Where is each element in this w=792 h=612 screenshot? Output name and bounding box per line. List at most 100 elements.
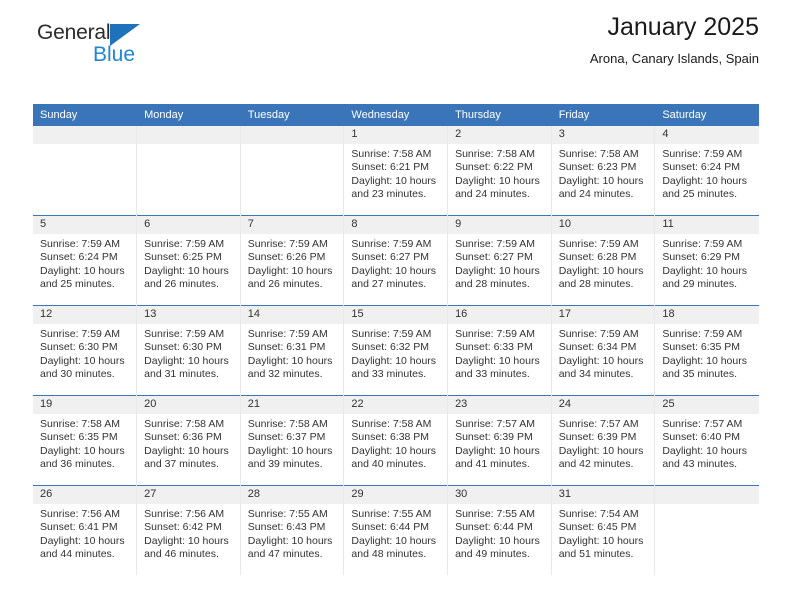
calendar-day-cell[interactable]: 23 Sunrise: 7:57 AM Sunset: 6:39 PM Dayligh…: [447, 395, 552, 486]
day-number: 20: [137, 396, 240, 414]
calendar-day-cell[interactable]: 3 Sunrise: 7:58 AM Sunset: 6:23 PM Daylight…: [551, 126, 656, 216]
day-sun-info: Sunrise: 7:59 AM Sunset: 6:26 PM Daylight:…: [241, 234, 344, 292]
calendar-day-cell[interactable]: 28 Sunrise: 7:55 AM Sunset: 6:43 PM Dayligh…: [240, 485, 345, 575]
day-number: 1: [344, 126, 448, 144]
daylight-duration-line1: Daylight: 10 hours: [40, 354, 125, 367]
calendar-day-cell[interactable]: 22 Sunrise: 7:58 AM Sunset: 6:38 PM Dayligh…: [343, 395, 449, 486]
day-sun-info: Sunrise: 7:58 AM Sunset: 6:35 PM Daylight:…: [33, 414, 136, 472]
day-sun-info: Sunrise: 7:59 AM Sunset: 6:31 PM Daylight:…: [241, 324, 344, 382]
daylight-duration-line2: and 41 minutes.: [455, 458, 530, 471]
daylight-duration-line1: Daylight: 10 hours: [662, 354, 747, 367]
calendar-day-cell[interactable]: 25 Sunrise: 7:57 AM Sunset: 6:40 PM Dayligh…: [654, 395, 759, 486]
daylight-duration-line2: and 51 minutes.: [558, 548, 634, 561]
calendar-page: General Blue January 2025 Arona, Canary …: [0, 0, 792, 612]
calendar-day-cell[interactable]: 31 Sunrise: 7:54 AM Sunset: 6:45 PM Dayligh…: [551, 485, 656, 575]
calendar-day-cell[interactable]: 6 Sunrise: 7:59 AM Sunset: 6:25 PM Daylight…: [136, 215, 241, 306]
calendar-day-cell[interactable]: 5 Sunrise: 7:59 AM Sunset: 6:24 PM Daylight…: [33, 215, 138, 306]
generalblue-logo[interactable]: General Blue: [37, 22, 217, 72]
day-number: 28: [240, 486, 344, 504]
sunset-time: Sunset: 6:28 PM: [558, 251, 637, 264]
weekday-header-monday: Monday: [136, 104, 241, 126]
daylight-duration-line1: Daylight: 10 hours: [40, 534, 125, 547]
daylight-duration-line1: Daylight: 10 hours: [351, 264, 437, 277]
calendar-day-cell[interactable]: 21 Sunrise: 7:58 AM Sunset: 6:37 PM Dayligh…: [240, 395, 345, 486]
sunrise-time: Sunrise: 7:57 AM: [662, 418, 743, 430]
day-sun-info: Sunrise: 7:58 AM Sunset: 6:21 PM Daylight:…: [344, 144, 447, 202]
calendar-day-cell[interactable]: 30 Sunrise: 7:55 AM Sunset: 6:44 PM Dayligh…: [447, 485, 552, 575]
calendar-week-row: 12 Sunrise: 7:59 AM Sunset: 6:30 PM Dayligh…: [33, 305, 759, 396]
sunset-time: Sunset: 6:22 PM: [455, 161, 533, 174]
calendar-day-cell[interactable]: 8 Sunrise: 7:59 AM Sunset: 6:27 PM Daylight…: [343, 215, 449, 306]
sunrise-time: Sunrise: 7:57 AM: [558, 418, 639, 430]
day-number: 29: [344, 486, 448, 504]
day-sun-info: Sunrise: 7:59 AM Sunset: 6:29 PM Daylight:…: [655, 234, 758, 292]
sunrise-time: Sunrise: 7:59 AM: [144, 328, 225, 340]
calendar-day-cell[interactable]: 27 Sunrise: 7:56 AM Sunset: 6:42 PM Dayligh…: [136, 485, 241, 575]
daylight-duration-line2: and 42 minutes.: [558, 458, 634, 471]
sunset-time: Sunset: 6:34 PM: [558, 341, 637, 354]
sunset-time: Sunset: 6:27 PM: [455, 251, 533, 264]
day-number: 15: [344, 306, 448, 324]
daylight-duration-line2: and 43 minutes.: [662, 458, 738, 471]
calendar-day-cell[interactable]: 14 Sunrise: 7:59 AM Sunset: 6:31 PM Dayligh…: [240, 305, 345, 396]
weekday-header-row: Sunday Monday Tuesday Wednesday Thursday…: [33, 104, 759, 126]
day-number: 13: [137, 306, 240, 324]
daylight-duration-line1: Daylight: 10 hours: [144, 534, 229, 547]
sunset-time: Sunset: 6:30 PM: [40, 341, 118, 354]
sunrise-time: Sunrise: 7:57 AM: [455, 418, 536, 430]
daylight-duration-line1: Daylight: 10 hours: [455, 444, 540, 457]
sunset-time: Sunset: 6:39 PM: [558, 431, 637, 444]
sunset-time: Sunset: 6:39 PM: [455, 431, 533, 444]
sunset-time: Sunset: 6:24 PM: [40, 251, 118, 264]
calendar-day-cell[interactable]: 18 Sunrise: 7:59 AM Sunset: 6:35 PM Dayligh…: [654, 305, 759, 396]
calendar-day-cell[interactable]: 16 Sunrise: 7:59 AM Sunset: 6:33 PM Dayligh…: [447, 305, 552, 396]
sunset-time: Sunset: 6:25 PM: [144, 251, 222, 264]
calendar-day-cell[interactable]: 17 Sunrise: 7:59 AM Sunset: 6:34 PM Dayligh…: [551, 305, 656, 396]
calendar-day-cell[interactable]: 29 Sunrise: 7:55 AM Sunset: 6:44 PM Dayligh…: [343, 485, 449, 575]
day-number: 16: [448, 306, 551, 324]
calendar-day-cell[interactable]: 11 Sunrise: 7:59 AM Sunset: 6:29 PM Dayligh…: [654, 215, 759, 306]
calendar-day-cell[interactable]: 1 Sunrise: 7:58 AM Sunset: 6:21 PM Daylight…: [343, 126, 449, 216]
daylight-duration-line1: Daylight: 10 hours: [351, 354, 437, 367]
calendar-day-cell[interactable]: 4 Sunrise: 7:59 AM Sunset: 6:24 PM Daylight…: [654, 126, 759, 216]
day-number: 19: [33, 396, 137, 414]
page-title: January 2025: [607, 13, 759, 41]
daylight-duration-line1: Daylight: 10 hours: [247, 354, 333, 367]
sunrise-time: Sunrise: 7:59 AM: [40, 328, 120, 340]
calendar-day-cell[interactable]: 15 Sunrise: 7:59 AM Sunset: 6:32 PM Dayligh…: [343, 305, 449, 396]
day-sun-info: Sunrise: 7:57 AM Sunset: 6:39 PM Daylight:…: [448, 414, 551, 472]
calendar-day-cell[interactable]: 24 Sunrise: 7:57 AM Sunset: 6:39 PM Dayligh…: [551, 395, 656, 486]
calendar-week-row: 5 Sunrise: 7:59 AM Sunset: 6:24 PM Daylight…: [33, 215, 759, 306]
daylight-duration-line2: and 37 minutes.: [144, 458, 219, 471]
daylight-duration-line2: and 48 minutes.: [351, 548, 427, 561]
calendar-day-cell[interactable]: 20 Sunrise: 7:58 AM Sunset: 6:36 PM Dayligh…: [136, 395, 241, 486]
sunrise-time: Sunrise: 7:59 AM: [662, 328, 743, 340]
daylight-duration-line2: and 27 minutes.: [351, 278, 427, 291]
daylight-duration-line2: and 34 minutes.: [558, 368, 634, 381]
daylight-duration-line1: Daylight: 10 hours: [558, 264, 644, 277]
calendar-day-cell[interactable]: 13 Sunrise: 7:59 AM Sunset: 6:30 PM Dayligh…: [136, 305, 241, 396]
daylight-duration-line2: and 35 minutes.: [662, 368, 738, 381]
day-sun-info: Sunrise: 7:56 AM Sunset: 6:41 PM Daylight:…: [33, 504, 136, 562]
calendar-day-cell[interactable]: 9 Sunrise: 7:59 AM Sunset: 6:27 PM Daylight…: [447, 215, 552, 306]
daylight-duration-line1: Daylight: 10 hours: [558, 534, 644, 547]
day-sun-info: Sunrise: 7:59 AM Sunset: 6:30 PM Daylight:…: [33, 324, 136, 382]
day-number: 25: [655, 396, 759, 414]
day-number: 17: [551, 306, 655, 324]
sunrise-time: Sunrise: 7:58 AM: [351, 418, 432, 430]
calendar-day-cell[interactable]: 2 Sunrise: 7:58 AM Sunset: 6:22 PM Daylight…: [447, 126, 552, 216]
calendar-day-cell[interactable]: 7 Sunrise: 7:59 AM Sunset: 6:26 PM Daylight…: [240, 215, 345, 306]
day-number: 23: [448, 396, 551, 414]
daylight-duration-line2: and 32 minutes.: [247, 368, 323, 381]
day-sun-info: Sunrise: 7:59 AM Sunset: 6:27 PM Daylight:…: [448, 234, 551, 292]
sunrise-time: Sunrise: 7:55 AM: [351, 508, 432, 520]
sunrise-time: Sunrise: 7:55 AM: [455, 508, 536, 520]
sunset-time: Sunset: 6:27 PM: [351, 251, 430, 264]
calendar-empty-cell: [136, 126, 241, 216]
calendar-day-cell[interactable]: 26 Sunrise: 7:56 AM Sunset: 6:41 PM Dayligh…: [33, 485, 138, 575]
sunset-time: Sunset: 6:41 PM: [40, 521, 118, 534]
calendar-day-cell[interactable]: 10 Sunrise: 7:59 AM Sunset: 6:28 PM Dayligh…: [551, 215, 656, 306]
calendar-day-cell[interactable]: 12 Sunrise: 7:59 AM Sunset: 6:30 PM Dayligh…: [33, 305, 138, 396]
calendar-empty-cell: [654, 485, 759, 575]
calendar-day-cell[interactable]: 19 Sunrise: 7:58 AM Sunset: 6:35 PM Dayligh…: [33, 395, 138, 486]
